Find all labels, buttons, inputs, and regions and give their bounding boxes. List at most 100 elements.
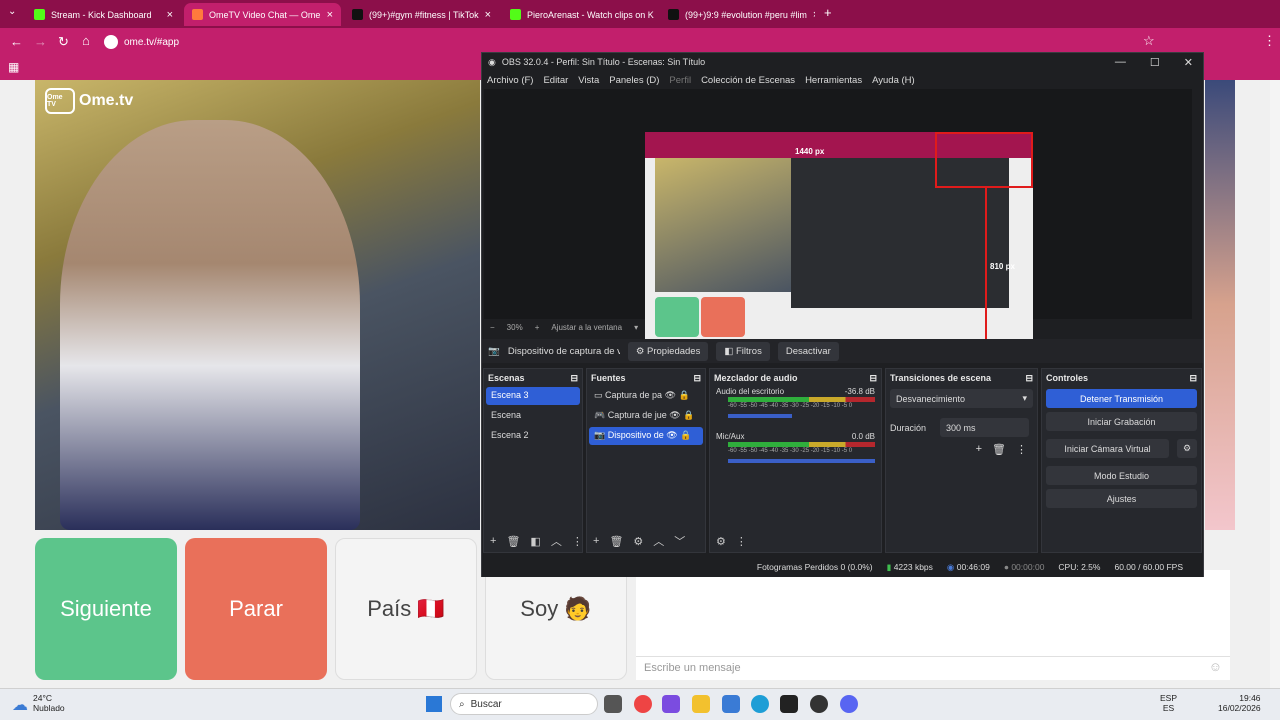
chrome-icon[interactable] <box>634 695 652 713</box>
close-icon[interactable]: × <box>167 9 173 21</box>
stop-button[interactable]: Parar <box>185 538 327 680</box>
fit-window-button[interactable]: Ajustar a la ventana <box>551 323 622 332</box>
dock-menu-icon[interactable]: ⊟ <box>693 373 701 384</box>
home-icon[interactable]: ⌂ <box>82 33 90 48</box>
menu-tools[interactable]: Herramientas <box>805 75 862 86</box>
copilot-icon[interactable] <box>662 695 680 713</box>
task-view-icon[interactable] <box>604 695 622 713</box>
tab-kick-clips[interactable]: PieroArenast - Watch clips on K× <box>502 3 657 26</box>
menu-edit[interactable]: Editar <box>543 75 568 86</box>
file-explorer-icon[interactable] <box>692 695 710 713</box>
minimize-icon[interactable]: — <box>1115 56 1126 69</box>
reload-icon[interactable]: ↻ <box>58 34 69 50</box>
tab-list-chevron-icon[interactable]: ⌄ <box>8 6 16 17</box>
page-scrollbar[interactable] <box>1270 80 1280 688</box>
menu-icon[interactable]: ⋮ <box>1263 33 1276 49</box>
delete-icon[interactable]: 🗑 <box>992 443 1006 456</box>
emoji-icon[interactable]: ☺ <box>1209 659 1222 674</box>
menu-scene-collection[interactable]: Colección de Escenas <box>701 75 795 86</box>
tab-tiktok-gym[interactable]: (99+)#gym #fitness | TikTok × <box>344 3 499 26</box>
obs-preview[interactable]: 1440 px 810 px <box>484 89 1192 353</box>
source-item[interactable]: ▭ Captura de pa 👁 🔒 <box>589 387 703 405</box>
language-indicator[interactable]: ESP ES <box>1160 693 1177 713</box>
dock-menu-icon[interactable]: ⊟ <box>570 373 578 384</box>
dock-menu-icon[interactable]: ⊟ <box>1189 373 1197 384</box>
windows-start-icon[interactable] <box>426 696 442 712</box>
disable-button[interactable]: Desactivar <box>777 341 839 361</box>
filters-button[interactable]: ◧ Filtros <box>716 341 770 361</box>
scenes-title: Escenas ⊟ <box>488 373 578 384</box>
obs-taskbar-icon[interactable] <box>810 695 828 713</box>
chat-input[interactable]: Escribe un mensaje ☺ <box>636 656 1230 680</box>
up-icon[interactable]: ︿ <box>653 533 664 549</box>
add-icon[interactable]: + <box>490 535 496 547</box>
dock-menu-icon[interactable]: ⊟ <box>869 373 877 384</box>
transition-select[interactable]: Desvanecimiento ▾ <box>890 389 1033 408</box>
scene-item[interactable]: Escena 2 <box>486 427 580 445</box>
stop-stream-button[interactable]: Detener Transmisión <box>1046 389 1197 408</box>
filter-icon[interactable]: ◧ <box>530 535 540 548</box>
menu-docks[interactable]: Paneles (D) <box>609 75 659 86</box>
next-button[interactable]: Siguiente <box>35 538 177 680</box>
zoom-out-icon[interactable]: − <box>490 323 495 332</box>
volume-slider[interactable] <box>728 459 875 463</box>
close-icon[interactable]: × <box>485 9 491 21</box>
delete-icon[interactable]: 🗑 <box>506 535 520 548</box>
settings-button[interactable]: Ajustes <box>1046 489 1197 508</box>
ometv-icon <box>192 9 203 20</box>
virtual-camera-button[interactable]: Iniciar Cámara Virtual <box>1046 439 1169 458</box>
edge-icon[interactable] <box>751 695 769 713</box>
maximize-icon[interactable]: ☐ <box>1150 56 1160 69</box>
menu-view[interactable]: Vista <box>578 75 599 86</box>
tab-ometv[interactable]: OmeTV Video Chat — Ome × <box>184 3 341 26</box>
menu-profile[interactable]: Perfil <box>669 75 691 86</box>
source-item[interactable]: 📷 Dispositivo de 👁 🔒 <box>589 427 703 445</box>
browser-tab-bar: ⌄ Stream - Kick Dashboard × OmeTV Video C… <box>0 0 1280 28</box>
advanced-audio-icon[interactable]: ⚙ <box>716 535 726 548</box>
menu-file[interactable]: Archivo (F) <box>487 75 533 86</box>
selection-box[interactable] <box>935 132 1033 188</box>
tab-kick[interactable]: Stream - Kick Dashboard × <box>26 3 181 26</box>
back-icon[interactable]: ← <box>10 34 23 49</box>
tab-tiktok-evolution[interactable]: (99+)9:9 #evolution #peru #lim × <box>660 3 815 26</box>
up-icon[interactable]: ︿ <box>551 533 562 549</box>
scene-item[interactable]: Escena 3 <box>486 387 580 405</box>
gear-icon[interactable]: ⚙ <box>633 535 643 548</box>
scene-item[interactable]: Escena <box>486 407 580 425</box>
obs-window: ◉ OBS 32.0.4 - Perfil: Sin Título - Escen… <box>481 52 1204 577</box>
menu-help[interactable]: Ayuda (H) <box>872 75 915 86</box>
store-icon[interactable] <box>722 695 740 713</box>
bookmark-star-icon[interactable]: ☆ <box>1143 33 1155 49</box>
source-item[interactable]: 🎮 Captura de jue 👁 🔒 <box>589 407 703 425</box>
apps-grid-icon[interactable]: ▦ <box>8 60 19 74</box>
close-icon[interactable]: × <box>327 9 333 21</box>
country-button[interactable]: País 🇵🇪 <box>335 538 477 680</box>
zoom-in-icon[interactable]: + <box>535 323 540 332</box>
more-icon[interactable]: ⋮ <box>1016 443 1027 456</box>
capcut-icon[interactable] <box>780 695 798 713</box>
volume-slider[interactable] <box>728 414 792 418</box>
gear-icon[interactable]: ⚙ <box>1177 439 1197 458</box>
source-label: Dispositivo de <box>607 430 664 440</box>
start-recording-button[interactable]: Iniciar Grabación <box>1046 412 1197 431</box>
close-icon[interactable]: × <box>813 9 815 21</box>
duration-input[interactable]: 300 ms <box>940 418 1029 437</box>
clock[interactable]: 19:46 16/02/2026 <box>1218 693 1261 713</box>
studio-mode-button[interactable]: Modo Estudio <box>1046 466 1197 485</box>
dock-menu-icon[interactable]: ⊟ <box>1025 373 1033 384</box>
new-tab-icon[interactable]: + <box>824 5 832 20</box>
down-icon[interactable]: ﹀ <box>674 533 685 549</box>
add-icon[interactable]: + <box>976 443 982 456</box>
close-icon[interactable]: ✕ <box>1184 56 1193 69</box>
properties-button[interactable]: ⚙ Propiedades <box>627 341 709 361</box>
add-icon[interactable]: + <box>593 535 599 547</box>
url-field[interactable]: ome.tv/#app <box>104 33 1104 51</box>
delete-icon[interactable]: 🗑 <box>609 535 623 548</box>
taskbar-search[interactable]: ⌕ Buscar <box>450 693 598 715</box>
zoom-dropdown-icon[interactable]: ▾ <box>634 323 638 332</box>
more-icon[interactable]: ⋮ <box>572 535 583 548</box>
weather-widget[interactable]: 24°C Nublado <box>33 693 65 713</box>
discord-icon[interactable] <box>840 695 858 713</box>
forward-icon[interactable]: → <box>34 34 47 49</box>
more-icon[interactable]: ⋮ <box>736 535 747 548</box>
